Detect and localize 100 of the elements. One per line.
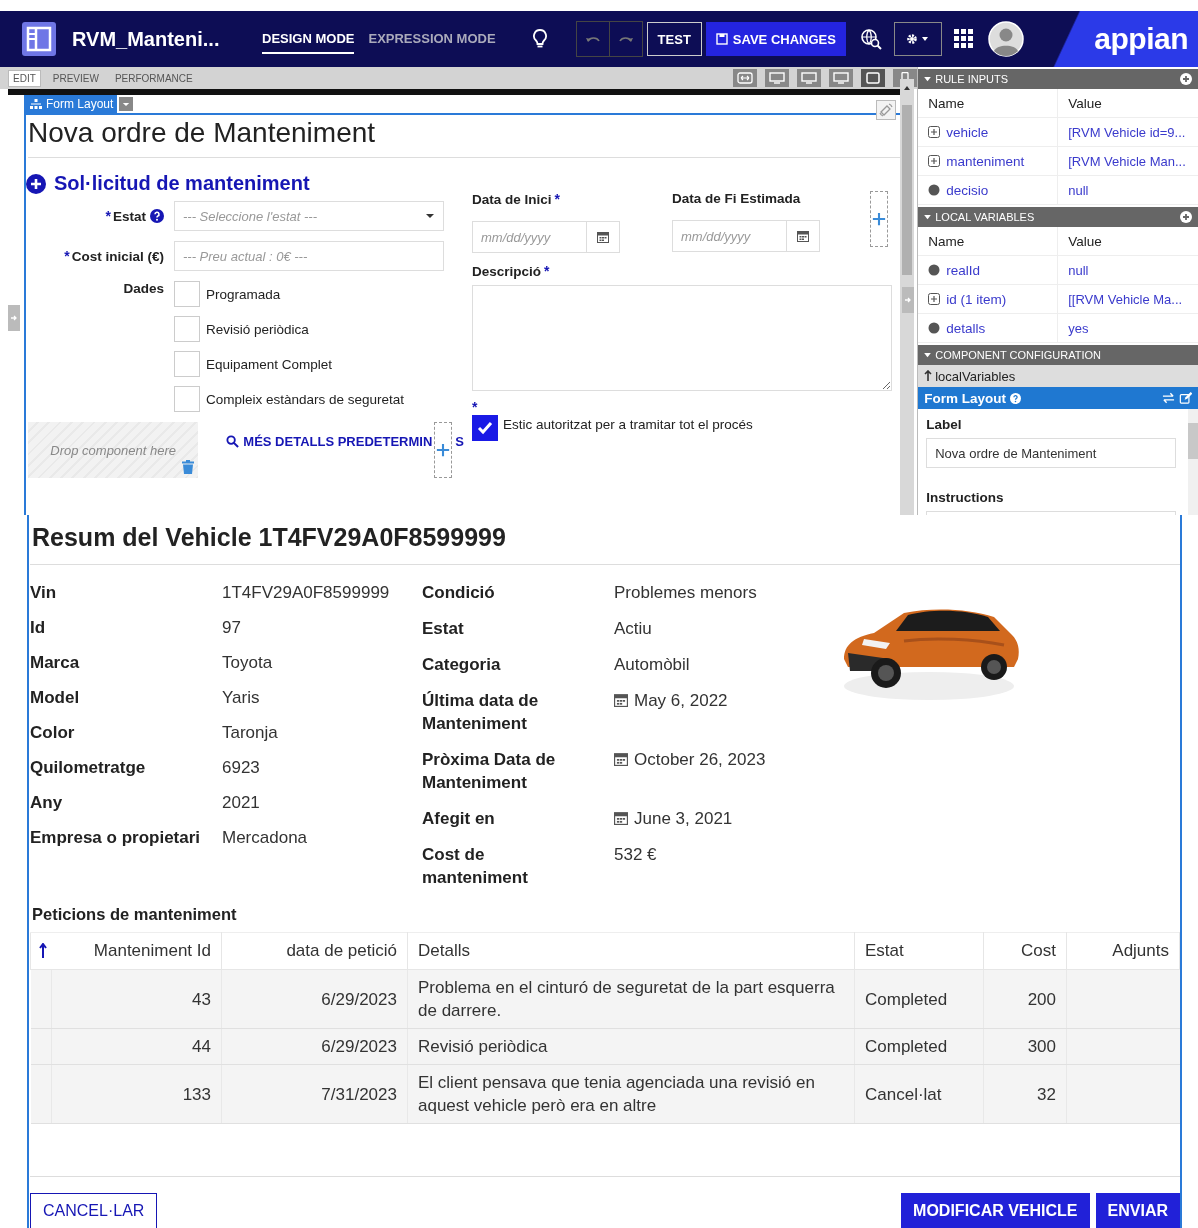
variable-value[interactable]: null xyxy=(1058,176,1198,204)
field-value: Yaris xyxy=(222,687,261,709)
variable-name[interactable]: id (1 item) xyxy=(946,291,1007,307)
form-layout-tag[interactable]: Form Layout xyxy=(26,95,118,113)
table-cell: 7/31/2023 xyxy=(221,1064,408,1124)
panel-section-header[interactable]: RULE INPUTS xyxy=(918,69,1198,89)
submit-button[interactable]: ENVIAR xyxy=(1095,1193,1180,1228)
mode-tab[interactable]: DESIGN MODE xyxy=(262,24,355,54)
table-cell: 43 xyxy=(51,969,222,1029)
field-value: 97 xyxy=(222,617,242,639)
field-value: Actiu xyxy=(614,618,653,640)
section-heading: Peticions de manteniment xyxy=(32,905,238,924)
field-label: Data de Inici xyxy=(472,191,552,207)
field-label: Data de Fi Estimada xyxy=(672,191,801,206)
field-label: Cost de manteniment xyxy=(422,844,529,889)
column-header[interactable]: Cost xyxy=(983,932,1067,970)
field-label: Vin xyxy=(30,582,58,604)
field-label: Descripció xyxy=(472,263,542,279)
column-header[interactable]: Manteniment Id xyxy=(51,932,222,970)
column-header[interactable]: data de petició xyxy=(221,932,408,970)
field-value: 532 € xyxy=(614,844,658,866)
field-label: Pròxima Data de Manteniment xyxy=(422,749,557,794)
form-title: Nova ordre de Manteniment xyxy=(28,117,901,158)
field-label: Id xyxy=(30,617,47,639)
cancel-button[interactable]: CANCEL·LAR xyxy=(30,1193,158,1228)
config-label: Instructions xyxy=(926,490,1005,505)
date-value: October 26, 2023 xyxy=(634,749,766,771)
link-fragment[interactable]: S xyxy=(455,434,464,449)
field-label: Estat xyxy=(422,618,465,640)
table-cell: Cancel·lat xyxy=(854,1064,984,1124)
column-header: Value xyxy=(1067,94,1103,113)
editor-tab[interactable]: EDIT xyxy=(8,69,41,87)
variable-name[interactable]: realId xyxy=(946,262,980,278)
field-label: Any xyxy=(30,792,64,814)
variable-name[interactable]: detalls xyxy=(946,320,986,336)
variable-name[interactable]: vehicle xyxy=(946,124,989,140)
field-label: Dades xyxy=(123,281,164,296)
field-label: Cost inicial (€) xyxy=(71,248,164,264)
editor-tab[interactable]: PREVIEW xyxy=(48,70,103,86)
field-value: 2021 xyxy=(222,792,261,814)
table-cell: Completed xyxy=(854,969,984,1029)
save-changes-button[interactable]: SAVE CHANGES xyxy=(705,22,846,56)
table-cell: 6/29/2023 xyxy=(221,969,408,1029)
variable-value[interactable]: [RVM Vehicle Man... xyxy=(1058,147,1198,175)
table-cell: 6/29/2023 xyxy=(221,1028,408,1065)
config-label: Label xyxy=(926,417,963,432)
table-cell: El client pensava que tenia agenciada una revisió en aquest vehicle però era en altre xyxy=(407,1064,855,1124)
field-label: Categoria xyxy=(422,654,502,676)
table-cell: Completed xyxy=(854,1028,984,1065)
variable-value[interactable]: [[RVM Vehicle Ma... xyxy=(1058,285,1198,313)
modify-vehicle-button[interactable]: MODIFICAR VEHICLE xyxy=(901,1193,1090,1228)
drop-zone-text: Drop component here xyxy=(50,442,177,458)
field-label: Última data de Manteniment xyxy=(422,690,540,735)
field-value: Problemes menors xyxy=(614,582,758,604)
field-value: 1T4FV29A0F8599999 xyxy=(222,582,391,604)
column-header[interactable]: Estat xyxy=(854,932,984,970)
table-cell: 200 xyxy=(983,969,1067,1029)
checkbox-label: Compleix estàndars de seguretat xyxy=(206,391,405,407)
more-details-link[interactable]: MÉS DETALLS PREDETERMIN xyxy=(226,434,433,449)
field-label: Estat xyxy=(113,208,146,224)
field-value: Toyota xyxy=(222,652,274,674)
editor-tab[interactable]: PERFORMANCE xyxy=(110,70,197,86)
column-header: Name xyxy=(918,89,1059,117)
app-title: RVM_Manteni... xyxy=(72,27,221,51)
section-title: Sol·licitud de manteniment xyxy=(54,172,310,195)
variable-name[interactable]: manteniment xyxy=(946,153,1025,169)
field-value: Automòbil xyxy=(614,654,691,676)
variable-value[interactable]: null xyxy=(1058,256,1198,284)
component-name: Form Layout xyxy=(924,390,1006,406)
label-input[interactable]: Nova ordre de Manteniment xyxy=(926,438,1177,468)
panel-section-header[interactable]: COMPONENT CONFIGURATION xyxy=(918,345,1198,365)
column-header: Name xyxy=(918,227,1059,255)
table-cell: 44 xyxy=(51,1028,222,1065)
table-cell: Problema en el cinturó de seguretat de la part esquerra de darrere. xyxy=(407,969,855,1029)
variable-value[interactable]: [RVM Vehicle id=9... xyxy=(1058,118,1198,146)
field-label: Model xyxy=(30,687,81,709)
column-header: Value xyxy=(1067,232,1103,251)
variable-name[interactable]: decisio xyxy=(946,182,989,198)
field-label: Condició xyxy=(422,582,496,604)
variable-value[interactable]: yes xyxy=(1058,314,1198,342)
required-mark: * xyxy=(472,399,479,415)
breadcrumb[interactable]: localVariables xyxy=(918,365,1198,387)
column-header[interactable]: Adjunts xyxy=(1066,932,1180,970)
field-label: Quilometratge xyxy=(30,757,147,779)
panel-section-header[interactable]: LOCAL VARIABLES xyxy=(918,207,1198,227)
required-mark: * xyxy=(64,248,70,264)
checkbox-label: Estic autoritzat per a tramitar tot el procés xyxy=(503,417,753,432)
field-value: Mercadona xyxy=(222,827,309,849)
field-label: Color xyxy=(30,722,76,744)
field-label: Afegit en xyxy=(422,808,496,830)
required-mark: * xyxy=(554,191,560,207)
checkbox-label: Revisió periòdica xyxy=(206,321,309,337)
required-mark: * xyxy=(544,263,550,279)
field-value: 6923 xyxy=(222,757,261,779)
mode-tab[interactable]: EXPRESSION MODE xyxy=(368,24,496,54)
test-button[interactable]: TEST xyxy=(646,22,702,56)
column-header[interactable]: Detalls xyxy=(407,932,855,970)
cost-input[interactable]: --- Preu actual : 0€ --- xyxy=(174,241,444,271)
field-label: Marca xyxy=(30,652,81,674)
table-cell: 300 xyxy=(983,1028,1067,1065)
